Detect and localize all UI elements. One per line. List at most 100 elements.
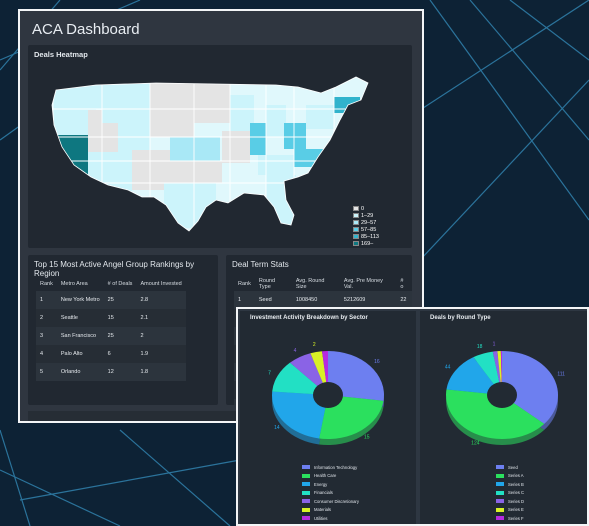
slice-value-label: 1 [493,341,496,347]
column-header[interactable]: # of Deals [104,277,137,291]
table-cell: 2 [136,327,186,345]
legend-swatch [496,482,504,487]
legend-item[interactable]: Series F [496,514,524,523]
round-type-legend: Seed Series A Series B Series C Series D Seri… [496,463,524,523]
legend-swatch [496,473,504,478]
legend-item[interactable]: Series E [496,506,524,515]
legend-swatch [496,507,504,512]
round-chart-title: Deals by Round Type [430,315,491,321]
legend-item[interactable]: Series B [496,480,524,489]
slice-value-label: 14 [274,425,280,431]
legend-label: Series C [508,490,525,496]
legend-label: Information Technology [314,464,358,470]
donut-hole [487,382,517,408]
table-cell: 1.9 [136,345,186,363]
legend-label: Materials [314,507,331,513]
slice-value-label: 44 [445,364,451,370]
legend-item[interactable]: Energy [302,480,359,489]
donut-hole [313,382,343,408]
legend-item[interactable]: Series D [496,497,524,506]
sector-legend: Information Technology Health Care Energy F… [302,463,359,523]
table-cell: 25 [103,327,137,345]
table-row[interactable]: 4 Palo Alto 6 1.9 [36,345,186,363]
sector-donut-chart[interactable]: 16 15 14 7 4 2 [240,331,416,471]
table-cell: 1 [36,291,57,309]
column-header[interactable]: Metro Area [57,277,104,291]
column-header[interactable]: # o [396,277,412,291]
legend-item[interactable]: Information Technology [302,463,359,472]
round-type-panel: Deals by Round Type 111 124 44 18 1 Seed Seri… [420,311,589,524]
heatmap-legend-item: 29–57 [353,219,379,226]
column-header[interactable]: Rank [36,277,57,291]
column-header[interactable]: Amount Invested [136,277,185,291]
column-header[interactable]: Avg. Pre Money Val. [340,277,396,291]
heatmap-legend-item: 169– [353,240,379,247]
slice-value-label: 2 [313,342,316,348]
legend-label: 85–113 [361,233,379,240]
heatmap-legend-item: 57–85 [353,226,379,233]
table-cell: 2.1 [136,309,186,327]
heatmap-legend-item: 1–29 [353,212,379,219]
us-map[interactable] [36,65,406,243]
table-cell: Palo Alto [56,345,104,363]
angel-group-rankings-panel: Top 15 Most Active Angel Group Rankings … [28,255,218,405]
legend-item[interactable]: Series C [496,489,524,498]
legend-item[interactable]: Consumer Discretionary [302,497,359,506]
slice-value-label: 18 [477,344,483,350]
column-header[interactable]: Rank [234,277,255,291]
legend-item[interactable]: Seed [496,463,524,472]
column-header[interactable]: Avg. Round Size [292,277,340,291]
slice-value-label: 4 [294,348,297,354]
table-cell: 1.8 [136,363,186,381]
table-cell: 6 [103,345,137,363]
table-row[interactable]: 2 Seattle 15 2.1 [36,309,186,327]
legend-swatch [353,234,359,239]
legend-swatch [302,507,310,512]
legend-item[interactable]: Financials [302,489,359,498]
legend-label: 57–85 [361,226,377,233]
legend-label: 169– [361,240,374,247]
legend-swatch [302,490,310,495]
legend-label: Series D [508,498,525,504]
legend-swatch [353,227,359,232]
table-row[interactable]: 3 San Francisco 25 2 [36,327,186,345]
rankings-table: Rank Metro Area # of Deals Amount Invested … [36,277,186,381]
table-cell: Seattle [56,309,104,327]
legend-swatch [496,490,504,495]
round-type-donut-chart[interactable]: 111 124 44 18 1 [420,331,589,471]
legend-label: 0 [361,205,365,212]
table-row[interactable]: 5 Orlando 12 1.8 [36,363,186,381]
table-cell: 25 [103,291,137,309]
table-row[interactable]: 1 New York Metro 25 2.8 [36,291,186,309]
table-cell: San Francisco [56,327,104,345]
legend-swatch [302,516,310,521]
legend-item[interactable]: Utilities [302,514,359,523]
dashboard-title: ACA Dashboard [32,21,140,38]
table-cell: 12 [103,363,137,381]
heatmap-legend-item: 85–113 [353,233,379,240]
heatmap-title: Deals Heatmap [34,50,88,59]
table-cell: 4 [36,345,57,363]
slice-value-label: 16 [374,359,380,365]
legend-label: Utilities [314,515,328,521]
legend-swatch [496,516,504,521]
legend-swatch [302,473,310,478]
legend-label: Consumer Discretionary [314,498,359,504]
heatmap-legend-item: 0 [353,205,379,212]
rankings-title: Top 15 Most Active Angel Group Rankings … [34,260,195,278]
table-cell: 2 [36,309,57,327]
legend-swatch [353,213,359,218]
slice-value-label: 15 [364,435,370,441]
legend-label: Health Care [314,473,337,479]
legend-item[interactable]: Health Care [302,472,359,481]
legend-item[interactable]: Materials [302,506,359,515]
sector-breakdown-panel: Investment Activity Breakdown by Sector … [240,311,416,524]
legend-swatch [496,499,504,504]
legend-swatch [302,499,310,504]
slice-value-label: 124 [471,440,480,446]
legend-label: Series B [508,481,524,487]
column-header[interactable]: Round Type [255,277,292,291]
legend-item[interactable]: Series A [496,472,524,481]
legend-swatch [353,206,359,211]
legend-label: 29–57 [361,219,377,226]
